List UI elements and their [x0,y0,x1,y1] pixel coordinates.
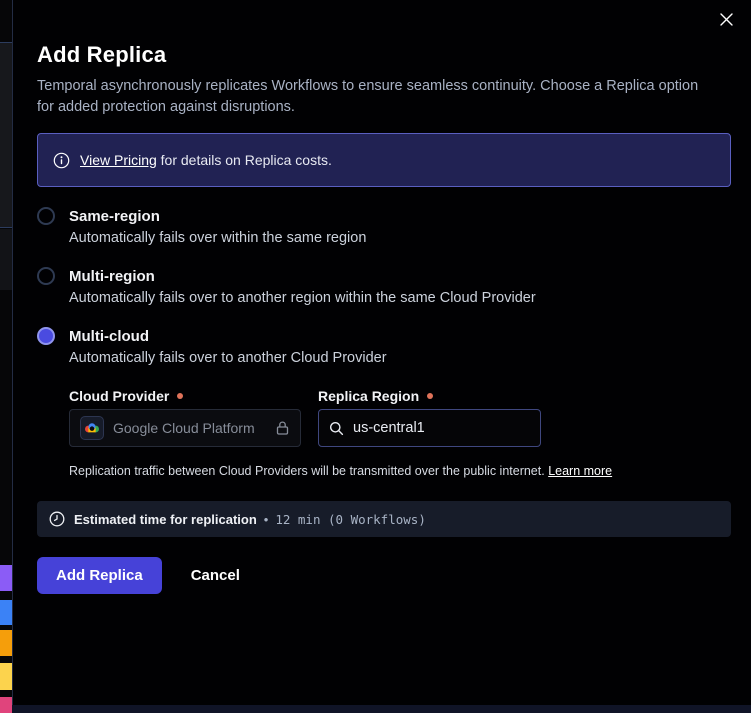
option-label: Multi-region [69,268,155,285]
radio-icon[interactable] [37,327,55,345]
multi-cloud-form: Cloud Provider Replica Region [69,388,731,478]
modal-description: Temporal asynchronously replicates Workf… [37,76,717,118]
cloud-provider-label: Cloud Provider [69,388,301,404]
pricing-info-banner: View Pricing for details on Replica cost… [37,133,731,187]
learn-more-link[interactable]: Learn more [548,464,612,478]
option-label: Multi-cloud [69,328,149,345]
cancel-button[interactable]: Cancel [191,567,240,584]
cloud-provider-value: Google Cloud Platform [113,420,275,436]
screen: Add Replica Temporal asynchronously repl… [0,0,751,713]
add-replica-button[interactable]: Add Replica [37,557,162,594]
background-panel [0,229,12,290]
estimate-value: 12 min (0 Workflows) [275,512,426,527]
option-same-region-header[interactable]: Same-region [37,207,731,225]
close-icon[interactable] [716,9,736,29]
modal-actions: Add Replica Cancel [37,557,731,594]
bg-color-block-pink [0,697,12,713]
info-icon [53,152,70,169]
bg-color-block-purple [0,565,12,591]
bg-color-block-orange [0,630,12,656]
pricing-banner-suffix: for details on Replica costs. [157,152,332,168]
estimate-separator: • [264,512,269,527]
option-label: Same-region [69,208,160,225]
option-multi-cloud-header[interactable]: Multi-cloud [37,327,731,345]
replica-region-field [318,409,541,447]
background-page-strip [0,0,12,713]
search-icon [329,421,344,436]
clock-icon [49,511,65,527]
bottom-bar [12,705,751,713]
radio-icon[interactable] [37,267,55,285]
required-dot [177,393,183,399]
gcp-logo-icon [80,416,104,440]
view-pricing-link[interactable]: View Pricing [80,152,157,168]
option-description: Automatically fails over within the same… [69,230,731,247]
radio-icon[interactable] [37,207,55,225]
bg-color-block-yellow [0,663,12,690]
background-panel [0,42,12,228]
option-description: Automatically fails over to another regi… [69,290,731,307]
estimate-banner: Estimated time for replication • 12 min … [37,501,731,537]
add-replica-modal: Add Replica Temporal asynchronously repl… [12,0,751,713]
option-description: Automatically fails over to another Clou… [69,350,731,367]
required-dot [427,393,433,399]
pricing-banner-text: View Pricing for details on Replica cost… [80,152,332,168]
estimate-label: Estimated time for replication [74,512,257,527]
traffic-note: Replication traffic between Cloud Provid… [69,464,731,478]
bg-color-block-blue [0,600,12,625]
replica-region-label: Replica Region [318,388,541,404]
page-title: Add Replica [37,42,731,68]
cloud-provider-select[interactable]: Google Cloud Platform [69,409,301,447]
lock-icon [275,420,290,436]
option-multi-cloud: Multi-cloud Automatically fails over to … [37,327,731,478]
replica-region-input[interactable] [353,420,513,436]
option-multi-region-header[interactable]: Multi-region [37,267,731,285]
option-same-region: Same-region Automatically fails over wit… [37,207,731,247]
option-multi-region: Multi-region Automatically fails over to… [37,267,731,307]
